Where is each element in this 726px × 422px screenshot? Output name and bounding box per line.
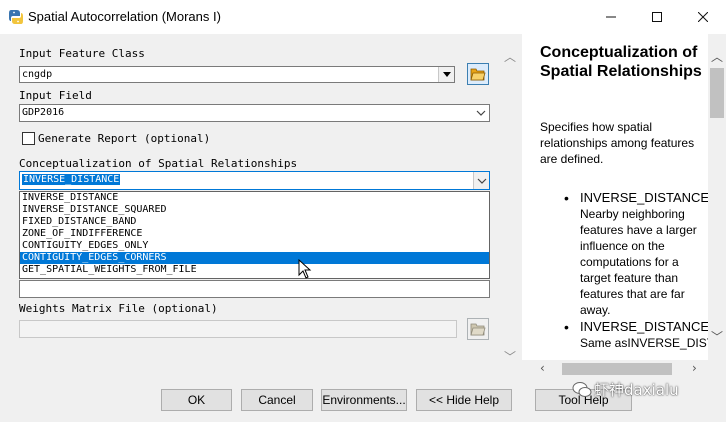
help-item-name: INVERSE_DISTANCE xyxy=(580,190,708,205)
weights-matrix-input[interactable] xyxy=(19,320,457,338)
browse-weights-file-button[interactable] xyxy=(467,318,489,340)
dropdown-option[interactable]: INVERSE_DISTANCE_SQUARED xyxy=(20,204,489,216)
conceptualization-label: Conceptualization of Spatial Relationshi… xyxy=(19,157,298,170)
input-feature-class-value: cngdp xyxy=(22,69,53,80)
help-item-desc: Nearby neighboring features have a large… xyxy=(580,207,697,317)
maximize-button[interactable] xyxy=(634,0,680,34)
mouse-cursor-icon xyxy=(298,259,312,279)
bullet-icon: • xyxy=(564,190,569,206)
conceptualization-combobox[interactable]: INVERSE_DISTANCE xyxy=(19,171,490,190)
help-panel: Conceptualization of Spatial Relationshi… xyxy=(522,34,708,360)
conceptualization-dropdown-list: INVERSE_DISTANCE INVERSE_DISTANCE_SQUARE… xyxy=(19,191,490,279)
scroll-down-icon[interactable]: ﹀ xyxy=(504,348,516,365)
input-feature-class-combobox[interactable]: cngdp xyxy=(19,66,455,83)
dropdown-option[interactable]: CONTIGUITY_EDGES_ONLY xyxy=(20,240,489,252)
dropdown-option[interactable]: ZONE_OF_INDIFFERENCE xyxy=(20,228,489,240)
dropdown-option-highlighted[interactable]: CONTIGUITY_EDGES_CORNERS xyxy=(20,252,489,264)
minimize-icon xyxy=(606,16,616,18)
dropdown-option[interactable]: GET_SPATIAL_WEIGHTS_FROM_FILE xyxy=(20,264,489,276)
environments-button[interactable]: Environments... xyxy=(321,389,407,411)
scroll-up-icon[interactable]: ︿ xyxy=(504,48,516,65)
input-field-value: GDP2016 xyxy=(22,107,65,118)
dropdown-option[interactable]: FIXED_DISTANCE_BAND xyxy=(20,216,489,228)
cancel-button[interactable]: Cancel xyxy=(241,389,313,411)
conceptualization-value: INVERSE_DISTANCE xyxy=(22,174,121,185)
input-field-combobox[interactable]: GDP2016 xyxy=(19,104,490,122)
watermark-text: 虾神daxialu xyxy=(594,381,679,399)
generate-report-checkbox[interactable] xyxy=(22,132,35,145)
generate-report-label: Generate Report (optional) xyxy=(38,132,211,145)
help-horizontal-scroll-thumb[interactable] xyxy=(562,363,672,375)
python-tool-icon xyxy=(9,10,23,24)
maximize-icon xyxy=(652,12,662,22)
dropdown-option[interactable]: INVERSE_DISTANCE xyxy=(20,192,489,204)
help-vertical-scroll-thumb[interactable] xyxy=(710,68,724,118)
window-title: Spatial Autocorrelation (Morans I) xyxy=(28,9,221,24)
help-title: Conceptualization of Spatial Relationshi… xyxy=(540,44,702,80)
open-folder-icon xyxy=(470,68,486,81)
chevron-down-icon[interactable] xyxy=(473,105,489,121)
weights-matrix-label: Weights Matrix File (optional) xyxy=(19,302,218,315)
browse-feature-class-button[interactable] xyxy=(467,63,489,85)
close-icon xyxy=(698,12,708,22)
help-item-name: INVERSE_DISTANCE xyxy=(580,319,708,334)
close-button[interactable] xyxy=(680,0,726,34)
hide-help-button[interactable]: << Hide Help xyxy=(416,389,512,411)
scroll-right-icon[interactable]: › xyxy=(692,361,697,375)
scroll-left-icon[interactable]: ‹ xyxy=(540,361,545,375)
bullet-icon: • xyxy=(564,319,569,335)
help-intro: Specifies how spatial relationships amon… xyxy=(540,120,695,166)
distance-band-field[interactable] xyxy=(19,280,490,298)
minimize-button[interactable] xyxy=(588,0,634,34)
wechat-icon xyxy=(572,382,592,397)
title-bar: Spatial Autocorrelation (Morans I) xyxy=(0,0,726,34)
ok-button[interactable]: OK xyxy=(161,389,232,411)
scroll-up-icon[interactable]: ︿ xyxy=(711,48,723,65)
chevron-down-icon[interactable] xyxy=(473,172,489,189)
input-feature-class-label: Input Feature Class xyxy=(19,47,145,60)
scroll-down-icon[interactable]: ﹀ xyxy=(711,328,723,345)
form-scrollbar[interactable]: ︿ ﹀ xyxy=(500,34,520,378)
chevron-down-icon[interactable] xyxy=(438,67,454,82)
help-item-desc: Same asINVERSE_DISTANC xyxy=(580,336,708,350)
open-folder-icon xyxy=(470,323,486,336)
input-field-label: Input Field xyxy=(19,89,92,102)
